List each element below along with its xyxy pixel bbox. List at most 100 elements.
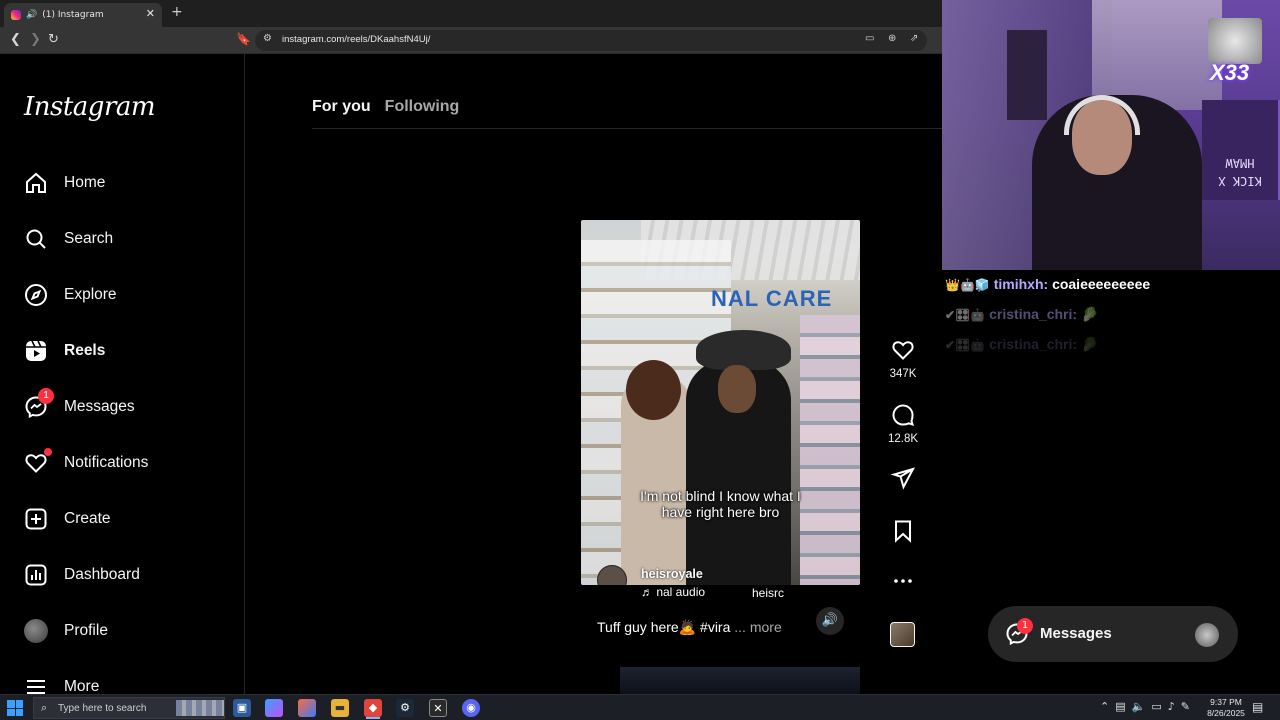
video-scene <box>626 360 681 420</box>
caption-line: have right here bro <box>661 504 780 520</box>
sidebar-item-label: Profile <box>64 622 108 639</box>
sidebar-item-create[interactable]: Create <box>24 501 224 537</box>
sidebar-item-label: Dashboard <box>64 566 140 583</box>
audio-playing-icon[interactable]: 🔊 <box>26 10 37 20</box>
bookmark-icon <box>895 520 911 543</box>
reel-video[interactable]: NAL CARE I'm not blind I know what I hav… <box>581 220 860 585</box>
home-icon <box>26 172 46 193</box>
address-bar[interactable]: ⚙ instagram.com/reels/DKaahsfN4Uj/ ▭ ⊕ ⇗ <box>255 30 927 51</box>
avatar <box>24 619 48 643</box>
bookmark-icon[interactable]: 🔖 <box>236 32 251 46</box>
browser-tab[interactable]: 🔊 (1) Instagram ✕ <box>4 3 162 27</box>
next-reel-preview[interactable] <box>620 667 860 694</box>
discord-icon[interactable]: ◉ <box>462 699 480 717</box>
active-indicator <box>366 717 380 719</box>
video-scene <box>718 365 756 413</box>
more-options-button[interactable] <box>884 569 922 597</box>
display-icon[interactable]: ▭ <box>1151 700 1161 713</box>
sidebar-item-notifications[interactable]: Notifications <box>24 445 224 481</box>
like-button[interactable]: 347K <box>884 338 922 380</box>
store-sign: NAL CARE <box>711 286 833 311</box>
feed-tabs: For you Following <box>312 98 459 116</box>
like-count: 347K <box>889 368 917 380</box>
search-icon <box>26 229 46 249</box>
forward-icon[interactable]: ❯ <box>30 32 41 47</box>
share-button[interactable] <box>884 466 922 494</box>
chat-text: coaieeeeeeeee <box>1052 276 1151 292</box>
sidebar-item-search[interactable]: Search <box>24 221 224 257</box>
chat-text: 🥬 <box>1080 336 1099 352</box>
comment-count: 12.8K <box>887 433 919 445</box>
comment-button[interactable]: 12.8K <box>884 403 922 445</box>
save-button[interactable] <box>884 519 922 547</box>
sidebar-item-label: Search <box>64 230 114 247</box>
chevron-up-icon[interactable]: ⌃ <box>1100 700 1109 713</box>
windows-start-icon[interactable] <box>7 700 23 716</box>
sidebar-item-label: Explore <box>64 286 117 303</box>
xbox-app-icon[interactable]: ✕ <box>429 699 447 717</box>
chart-icon <box>25 564 47 586</box>
clock[interactable]: 9:37 PM 8/26/2025 <box>1203 697 1249 719</box>
sidebar-item-explore[interactable]: Explore <box>24 277 224 313</box>
volume-icon[interactable]: 🔈 <box>1132 700 1146 713</box>
description-text: Tuff guy here🙇 #vira <box>597 619 731 635</box>
clock-time: 9:37 PM <box>1210 697 1242 707</box>
tab-for-you[interactable]: For you <box>312 98 371 116</box>
steam-icon[interactable]: ⚙ <box>396 699 414 717</box>
taskbar-search[interactable]: ⌕ Type here to search <box>33 697 225 719</box>
cast-icon[interactable]: ▭ <box>865 33 874 44</box>
sidebar-item-profile[interactable]: Profile <box>24 613 224 649</box>
reel-caption-overlay: I'm not blind I know what I have right h… <box>581 488 860 520</box>
url-text[interactable]: instagram.com/reels/DKaahsfN4Uj/ <box>282 34 430 45</box>
chat-message: ✔🎛🤖 cristina_chri: 🥬 <box>945 336 1098 353</box>
webcam-scene <box>1092 0 1222 110</box>
back-icon[interactable]: ❮ <box>10 32 21 47</box>
tab-following[interactable]: Following <box>385 98 460 116</box>
new-tab-button[interactable]: + <box>171 4 183 20</box>
browser-tab-bar: 🔊 (1) Instagram ✕ + <box>0 0 942 27</box>
sidebar-item-messages[interactable]: 1 Messages <box>24 388 224 425</box>
share-icon[interactable]: ⇗ <box>910 33 918 44</box>
instagram-logo[interactable]: Instagram <box>24 92 156 122</box>
clock-date: 8/26/2025 <box>1207 708 1245 718</box>
reel-description: Tuff guy here🙇 #vira ... more <box>597 619 782 636</box>
sidebar-item-dashboard[interactable]: Dashboard <box>24 557 224 593</box>
send-icon <box>890 467 915 490</box>
file-explorer-icon[interactable]: ▬ <box>331 699 349 717</box>
network-icon[interactable]: ▤ <box>1115 700 1125 713</box>
messages-pill[interactable]: 1 Messages <box>988 606 1238 662</box>
copilot-icon[interactable] <box>265 699 283 717</box>
messages-label: Messages <box>1040 625 1112 642</box>
sidebar-item-reels[interactable]: Reels <box>24 333 224 369</box>
pen-icon[interactable]: ✎ <box>1181 700 1190 713</box>
chat-message: ✔🎛🤖 cristina_chri: 🥬 <box>945 306 1098 323</box>
reel-audio[interactable]: ♬ nal audio <box>641 585 705 599</box>
sidebar-item-label: Reels <box>64 342 106 359</box>
caption-line: I'm not blind I know what I <box>640 488 801 504</box>
video-scene <box>696 330 791 370</box>
chat-text: 🥬 <box>1080 306 1099 322</box>
copilot-app-icon[interactable] <box>298 699 316 717</box>
search-highlight-image <box>176 700 224 716</box>
tab-close-icon[interactable]: ✕ <box>146 7 155 20</box>
sidebar-item-home[interactable]: Home <box>24 165 224 201</box>
more-link[interactable]: ... more <box>734 619 781 635</box>
audio-thumbnail[interactable] <box>890 622 915 647</box>
reload-icon[interactable]: ↻ <box>48 32 59 47</box>
tab-title: (1) Instagram <box>42 10 104 20</box>
notification-center-icon[interactable]: ▤ <box>1252 700 1263 714</box>
speaker-icon[interactable]: ♪ <box>1168 700 1175 713</box>
task-view-icon[interactable]: ▣ <box>233 699 251 717</box>
zoom-icon[interactable]: ⊕ <box>888 33 896 44</box>
chat-username: cristina_chri: <box>989 306 1078 322</box>
taskbar: ⌕ Type here to search ▣ ▬ ◆ ⚙ ✕ ◉ ⌃ ▤ 🔈 … <box>0 694 1280 720</box>
reel-author[interactable]: heisroyale <box>641 567 703 581</box>
sidebar-item-label: Notifications <box>64 454 149 471</box>
browser-app-icon[interactable]: ◆ <box>364 699 382 717</box>
site-info-icon[interactable]: ⚙ <box>263 33 272 44</box>
volume-button[interactable]: 🔊 <box>816 607 844 635</box>
sidebar: Instagram Home Search Explore Reels 1 Me… <box>0 54 245 695</box>
reel-audio-user[interactable]: heisrc <box>752 586 784 600</box>
chat-message: 👑🤖🧊 timihxh: coaieeeeeeeee <box>945 276 1150 292</box>
system-tray: ⌃ ▤ 🔈 ▭ ♪ ✎ <box>1100 700 1190 713</box>
